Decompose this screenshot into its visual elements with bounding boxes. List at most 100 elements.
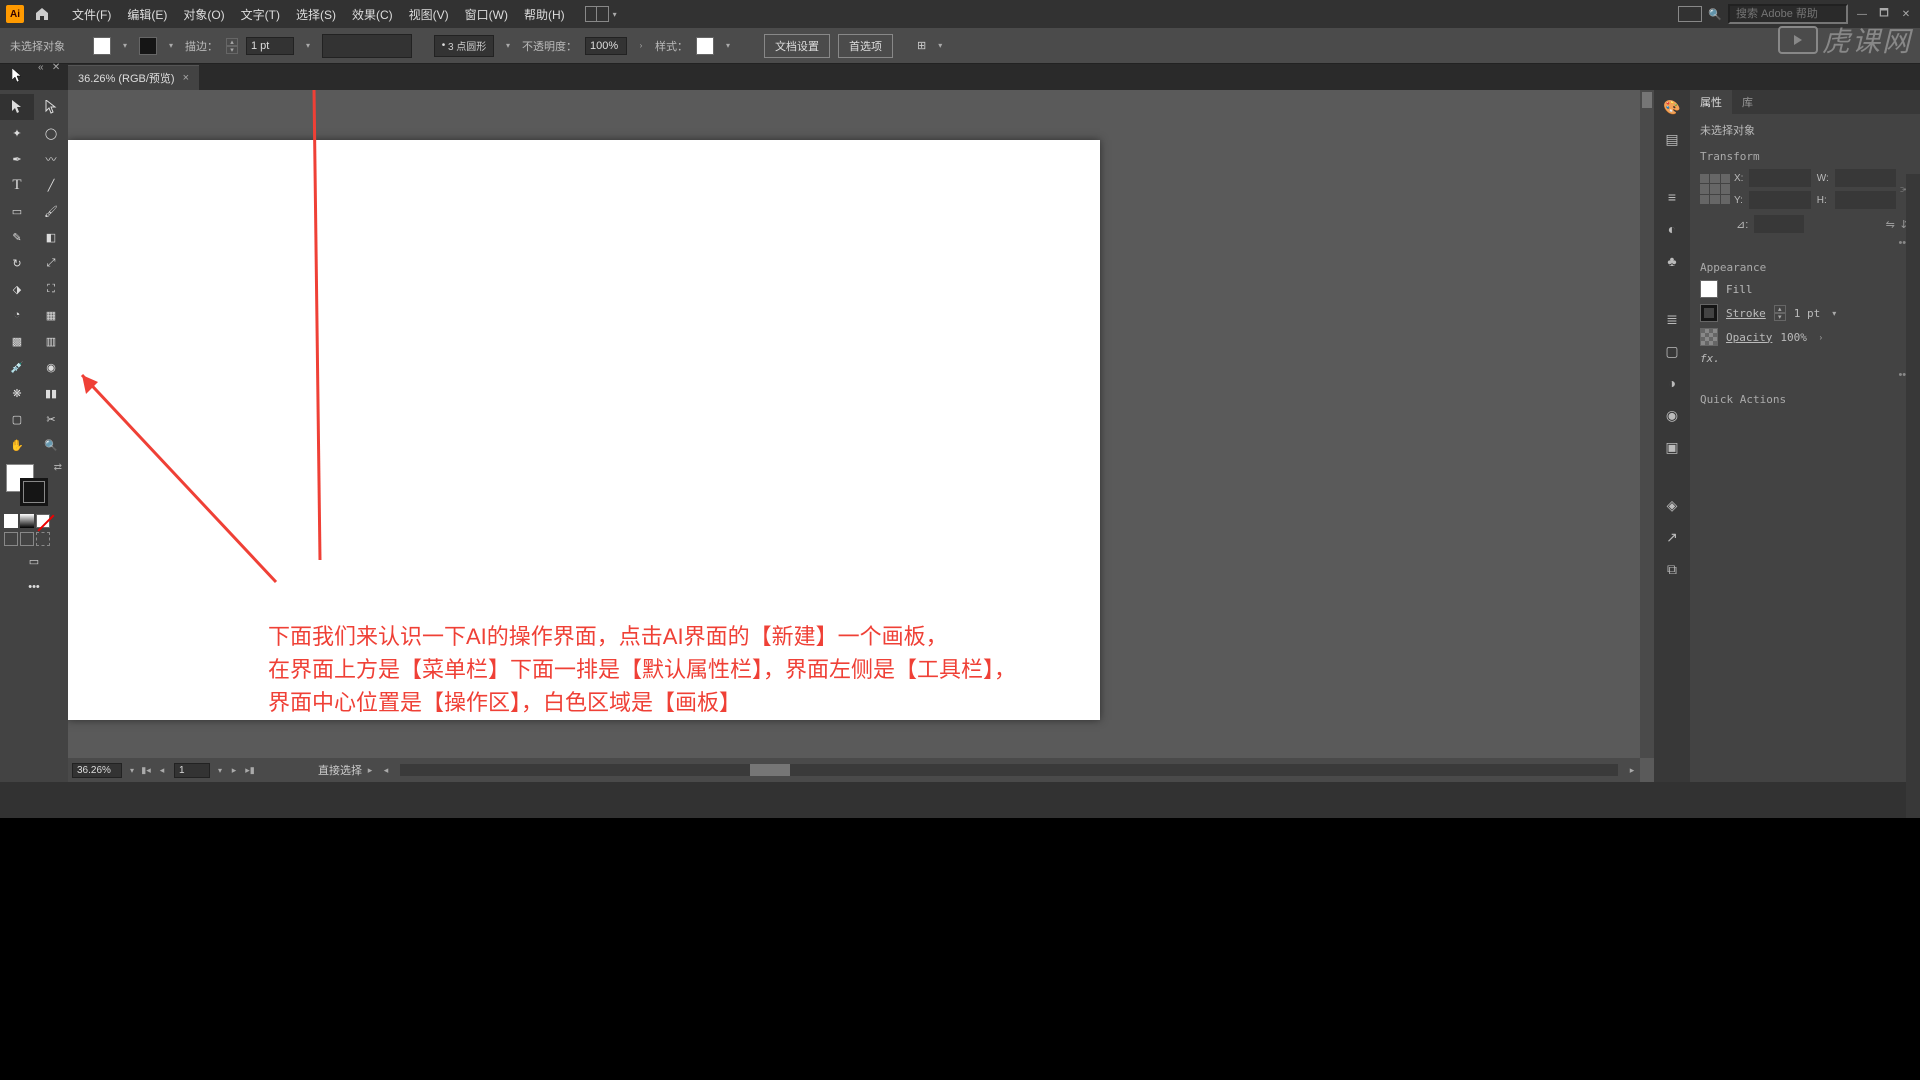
style-dropdown[interactable]: ▾ xyxy=(722,40,734,52)
hand-tool[interactable]: ✋ xyxy=(0,432,34,458)
preferences-button[interactable]: 首选项 xyxy=(838,34,893,58)
swatches-panel-icon[interactable]: ▤ xyxy=(1661,128,1683,150)
brushes-panel-icon[interactable]: ≣ xyxy=(1661,308,1683,330)
document-tab[interactable]: 36.26% (RGB/预览) × xyxy=(68,65,199,90)
status-menu-icon[interactable]: ▸ xyxy=(363,763,377,777)
transform-w-input[interactable] xyxy=(1835,169,1896,187)
menu-effect[interactable]: 效果(C) xyxy=(344,6,401,23)
stroke-weight-dropdown[interactable]: ▾ xyxy=(302,40,314,52)
lasso-tool[interactable]: ◯ xyxy=(34,120,68,146)
workspace-switcher-icon[interactable] xyxy=(1678,6,1702,22)
menu-window[interactable]: 窗口(W) xyxy=(457,6,516,23)
search-icon[interactable]: 🔍 xyxy=(1708,8,1722,21)
selection-tool[interactable] xyxy=(0,94,34,120)
prop-stroke-value[interactable]: 1 pt xyxy=(1794,307,1821,320)
var-width-profile[interactable] xyxy=(322,34,412,58)
brush-definition[interactable]: • 3 点圆形 xyxy=(434,35,494,57)
mesh-tool[interactable]: ▩ xyxy=(0,328,34,354)
menu-type[interactable]: 文字(T) xyxy=(233,6,288,23)
artboards-panel-icon[interactable]: ⧉ xyxy=(1661,558,1683,580)
asset-export-icon[interactable]: ↗ xyxy=(1661,526,1683,548)
transform-y-input[interactable] xyxy=(1749,191,1810,209)
rotate-input[interactable] xyxy=(1754,215,1804,233)
arrange-docs-icon[interactable] xyxy=(585,6,609,22)
search-input[interactable] xyxy=(1728,4,1848,24)
prop-opacity-dd[interactable]: › xyxy=(1815,331,1827,343)
line-tool[interactable]: ╱ xyxy=(34,172,68,198)
symbol-sprayer-tool[interactable]: ❋ xyxy=(0,380,34,406)
doc-tab-options[interactable]: « ✕ xyxy=(38,62,60,73)
menu-help[interactable]: 帮助(H) xyxy=(516,6,573,23)
appearance-more-icon[interactable]: ••• xyxy=(1700,369,1910,381)
eraser-tool[interactable]: ◧ xyxy=(34,224,68,250)
shape-builder-tool[interactable]: ◔ xyxy=(0,302,34,328)
symbols-panel-icon[interactable]: ♣ xyxy=(1661,250,1683,272)
gradient-tool[interactable]: ▥ xyxy=(34,328,68,354)
v-scroll-thumb[interactable] xyxy=(1642,92,1652,108)
graphic-styles-panel-icon[interactable]: ▣ xyxy=(1661,436,1683,458)
vertical-scrollbar[interactable] xyxy=(1640,90,1654,758)
pen-tool[interactable]: ✒ xyxy=(0,146,34,172)
fill-dropdown[interactable]: ▾ xyxy=(119,40,131,52)
prev-artboard-button[interactable]: ◂ xyxy=(155,763,169,777)
home-icon[interactable] xyxy=(32,4,52,24)
align-dropdown[interactable]: ▾ xyxy=(934,40,946,52)
transform-h-input[interactable] xyxy=(1835,191,1896,209)
stroke-dropdown[interactable]: ▾ xyxy=(165,40,177,52)
perspective-grid-tool[interactable]: ▦ xyxy=(34,302,68,328)
brush-dropdown[interactable]: ▾ xyxy=(502,40,514,52)
menu-file[interactable]: 文件(F) xyxy=(64,6,119,23)
prop-stroke-swatch[interactable] xyxy=(1700,304,1718,322)
draw-normal-icon[interactable] xyxy=(4,532,18,546)
h-scroll-right[interactable]: ▸ xyxy=(1625,763,1639,777)
width-tool[interactable]: ⬗ xyxy=(0,276,34,302)
gradient-panel-icon[interactable]: ◐ xyxy=(1661,218,1683,240)
screen-mode-icon[interactable]: ▭ xyxy=(0,548,68,574)
zoom-dropdown[interactable]: ▾ xyxy=(126,764,138,776)
rotate-tool[interactable]: ↻ xyxy=(0,250,34,276)
prop-stroke-stepper[interactable]: ▴▾ xyxy=(1774,305,1786,321)
swap-colors-icon[interactable]: ⇄ xyxy=(54,462,62,473)
prop-opacity-swatch[interactable] xyxy=(1700,328,1718,346)
align-icon[interactable]: ⊞ xyxy=(917,39,926,52)
app-icon[interactable]: Ai xyxy=(6,5,24,23)
menu-view[interactable]: 视图(V) xyxy=(401,6,457,23)
maximize-button[interactable]: 🗖 xyxy=(1876,7,1892,21)
menu-edit[interactable]: 编辑(E) xyxy=(119,6,175,23)
shaper-tool[interactable]: ✎ xyxy=(0,224,34,250)
h-scroll-left[interactable]: ◂ xyxy=(379,763,393,777)
first-artboard-button[interactable]: ▮◂ xyxy=(139,763,153,777)
layers-panel-icon[interactable]: ▢ xyxy=(1661,340,1683,362)
fill-swatch[interactable] xyxy=(93,37,111,55)
panel-collapse-edge[interactable] xyxy=(1906,174,1920,874)
scale-tool[interactable]: ⤢ xyxy=(34,250,68,276)
stroke-weight-stepper[interactable]: ▴▾ xyxy=(226,38,238,54)
h-scroll-thumb[interactable] xyxy=(750,764,790,776)
zoom-level-select[interactable] xyxy=(72,763,122,778)
transparency-panel-icon[interactable]: ◑ xyxy=(1661,372,1683,394)
zoom-tool[interactable]: 🔍 xyxy=(34,432,68,458)
prop-opacity-value[interactable]: 100% xyxy=(1780,331,1807,344)
document-setup-button[interactable]: 文档设置 xyxy=(764,34,830,58)
tab-properties[interactable]: 属性 xyxy=(1690,90,1732,114)
paintbrush-tool[interactable]: 🖌 xyxy=(34,198,68,224)
draw-inside-icon[interactable] xyxy=(36,532,50,546)
opacity-input[interactable] xyxy=(585,37,627,55)
prop-stroke-dd[interactable]: ▾ xyxy=(1828,307,1840,319)
draw-behind-icon[interactable] xyxy=(20,532,34,546)
appearance-panel-icon[interactable]: ◉ xyxy=(1661,404,1683,426)
menu-select[interactable]: 选择(S) xyxy=(288,6,344,23)
rectangle-tool[interactable]: ▭ xyxy=(0,198,34,224)
blend-tool[interactable]: ◉ xyxy=(34,354,68,380)
opacity-dropdown[interactable]: › xyxy=(635,40,647,52)
magic-wand-tool[interactable]: ✦ xyxy=(0,120,34,146)
stroke-weight-input[interactable] xyxy=(246,37,294,55)
stroke-swatch[interactable] xyxy=(139,37,157,55)
type-tool[interactable]: T xyxy=(0,172,34,198)
free-transform-tool[interactable]: ⛶ xyxy=(34,276,68,302)
stroke-color[interactable] xyxy=(20,478,48,506)
color-mode-none[interactable] xyxy=(36,514,50,528)
layers-icon[interactable]: ◈ xyxy=(1661,494,1683,516)
fx-button[interactable]: fx. xyxy=(1700,352,1910,365)
artboard-number-input[interactable] xyxy=(174,763,210,778)
